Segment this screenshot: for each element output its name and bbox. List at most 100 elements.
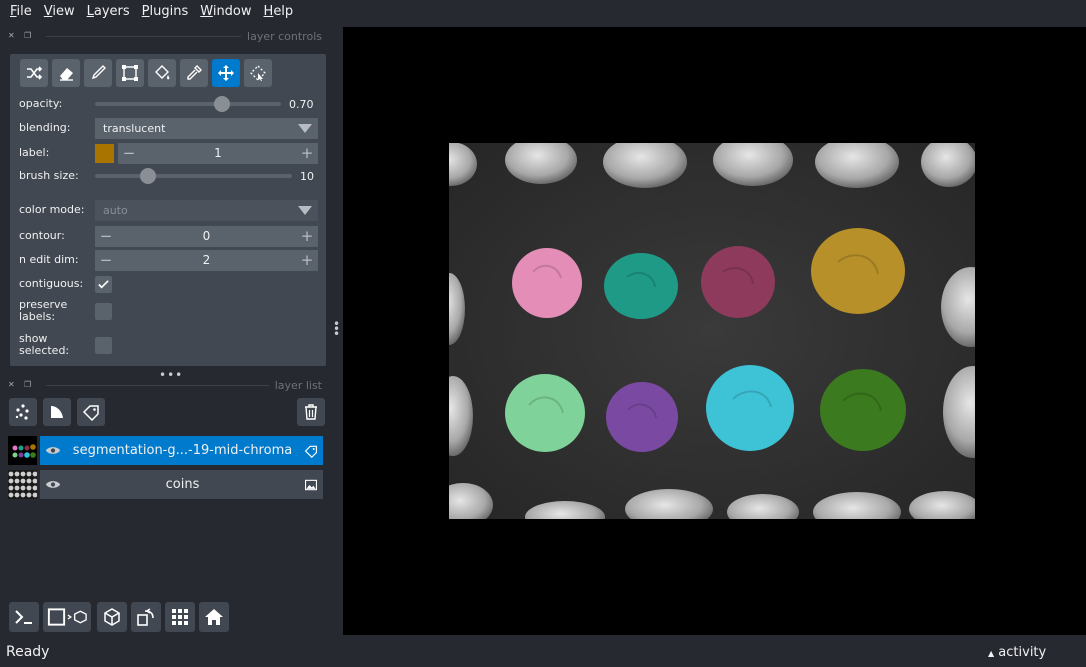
show-selected-checkbox[interactable] — [95, 336, 112, 354]
layer-list-titlebar: ✕ ❐ layer list — [8, 378, 322, 392]
show-selected-row: show selected: — [19, 331, 319, 359]
vertical-splitter-handle[interactable]: • • • — [333, 318, 340, 340]
menu-help[interactable]: Help — [258, 0, 300, 24]
plus-icon[interactable]: + — [300, 144, 314, 162]
new-labels-layer-button[interactable] — [77, 398, 105, 426]
layer-name[interactable]: coins — [66, 477, 299, 492]
color-mode-label: color mode: — [19, 203, 85, 216]
contiguous-row: contiguous: — [19, 273, 319, 295]
delete-layer-button[interactable] — [297, 398, 325, 426]
brush-size-row: brush size: 10 — [19, 165, 319, 187]
toggle-ndisplay-button[interactable] — [43, 602, 91, 632]
layer-controls-titlebar: ✕ ❐ layer controls — [8, 29, 322, 43]
contour-spinbox[interactable]: − 0 + — [95, 225, 318, 247]
eye-icon — [45, 447, 61, 454]
reset-view-button[interactable] — [199, 602, 229, 632]
activity-button[interactable]: ▲ activity — [988, 645, 1046, 660]
dock-close-icon[interactable]: ✕ — [8, 31, 18, 41]
minus-icon[interactable]: − — [122, 144, 136, 162]
erase-button[interactable] — [52, 59, 80, 87]
contour-row: contour: − 0 + — [19, 225, 319, 247]
image-icon — [305, 479, 317, 490]
opacity-slider-handle[interactable] — [214, 96, 230, 112]
layer-row-coins[interactable]: coins — [8, 470, 323, 499]
eraser-icon — [60, 68, 73, 81]
color-mode-dropdown[interactable]: auto — [95, 199, 318, 221]
preserve-labels-row: preserve labels: — [19, 297, 319, 325]
menu-file[interactable]: File — [4, 0, 38, 24]
layer-row-segmentation[interactable]: segmentation-g...-19-mid-chroma — [8, 436, 323, 465]
transpose-button[interactable] — [131, 602, 161, 632]
show-selected-label: show selected: — [19, 332, 70, 357]
blending-value: translucent — [103, 121, 166, 135]
menu-bar: File View Layers Plugins Window Help — [0, 0, 1086, 24]
new-points-layer-button[interactable] — [9, 398, 37, 426]
chevron-down-icon — [298, 123, 312, 133]
status-text: Ready — [6, 644, 50, 660]
layer-thumbnail — [8, 436, 37, 465]
viewer-canvas[interactable] — [343, 27, 1086, 635]
roll-dimensions-button[interactable] — [97, 602, 127, 632]
blending-row: blending: translucent — [19, 117, 319, 139]
layer-list-title: layer list — [274, 378, 322, 392]
label-color-swatch[interactable] — [95, 143, 114, 163]
blending-label: blending: — [19, 121, 71, 134]
paint-button[interactable] — [84, 59, 112, 87]
brush-size-slider-handle[interactable] — [140, 168, 157, 184]
dock-float-icon[interactable]: ❐ — [24, 380, 34, 390]
blending-dropdown[interactable]: translucent — [95, 117, 318, 139]
label-tag-icon — [82, 405, 99, 421]
minus-icon[interactable]: − — [99, 227, 113, 245]
n-edit-dim-spinbox[interactable]: − 2 + — [95, 249, 318, 271]
dock-close-icon[interactable]: ✕ — [8, 380, 18, 390]
label-label: label: — [19, 146, 50, 159]
pick-label-button[interactable] — [180, 59, 208, 87]
grid-icon — [172, 609, 188, 625]
fill-bucket-icon — [155, 65, 170, 80]
contiguous-checkbox[interactable] — [95, 275, 112, 293]
polygon-button[interactable] — [116, 59, 144, 87]
menu-view[interactable]: View — [38, 0, 81, 24]
label-value: 1 — [214, 146, 222, 160]
label-spinbox[interactable]: − 1 + — [118, 142, 318, 164]
trash-icon — [305, 404, 317, 420]
terminal-icon — [15, 610, 32, 624]
menu-window[interactable]: Window — [194, 0, 257, 24]
n-edit-dim-label: n edit dim: — [19, 253, 79, 266]
layer-name[interactable]: segmentation-g...-19-mid-chroma — [66, 443, 299, 458]
transpose-icon — [137, 608, 154, 626]
caret-up-icon: ▲ — [988, 649, 995, 658]
dock-float-icon[interactable]: ❐ — [24, 31, 34, 41]
chevron-down-icon — [298, 205, 312, 215]
color-picker-icon — [187, 65, 202, 80]
pan-zoom-button[interactable] — [212, 59, 240, 87]
transform-button[interactable] — [244, 59, 272, 87]
console-button[interactable] — [9, 602, 39, 632]
layer-thumbnail — [8, 470, 37, 499]
image-view — [449, 143, 975, 519]
contour-label: contour: — [19, 229, 65, 242]
brush-size-slider[interactable] — [95, 165, 292, 187]
visibility-toggle[interactable] — [40, 436, 66, 465]
preserve-labels-checkbox[interactable] — [95, 302, 112, 320]
n-edit-dim-value: 2 — [202, 253, 211, 267]
visibility-toggle[interactable] — [40, 470, 66, 499]
minus-icon[interactable]: − — [99, 251, 113, 269]
opacity-row: opacity: 0.70 — [19, 93, 319, 115]
home-icon — [205, 609, 223, 625]
menu-plugins[interactable]: Plugins — [136, 0, 195, 24]
label-tag-icon — [304, 445, 318, 458]
plus-icon[interactable]: + — [300, 251, 314, 269]
grid-view-button[interactable] — [165, 602, 195, 632]
square-2d-icon — [47, 608, 87, 626]
brush-size-value: 10 — [300, 169, 314, 183]
fill-button[interactable] — [148, 59, 176, 87]
shuffle-colors-button[interactable] — [20, 59, 48, 87]
eye-icon — [45, 481, 61, 488]
plus-icon[interactable]: + — [300, 227, 314, 245]
new-shapes-layer-button[interactable] — [43, 398, 71, 426]
contour-value: 0 — [202, 229, 211, 243]
menu-layers[interactable]: Layers — [81, 0, 136, 24]
opacity-slider[interactable] — [95, 93, 281, 115]
label-row: label: − 1 + — [19, 142, 319, 164]
